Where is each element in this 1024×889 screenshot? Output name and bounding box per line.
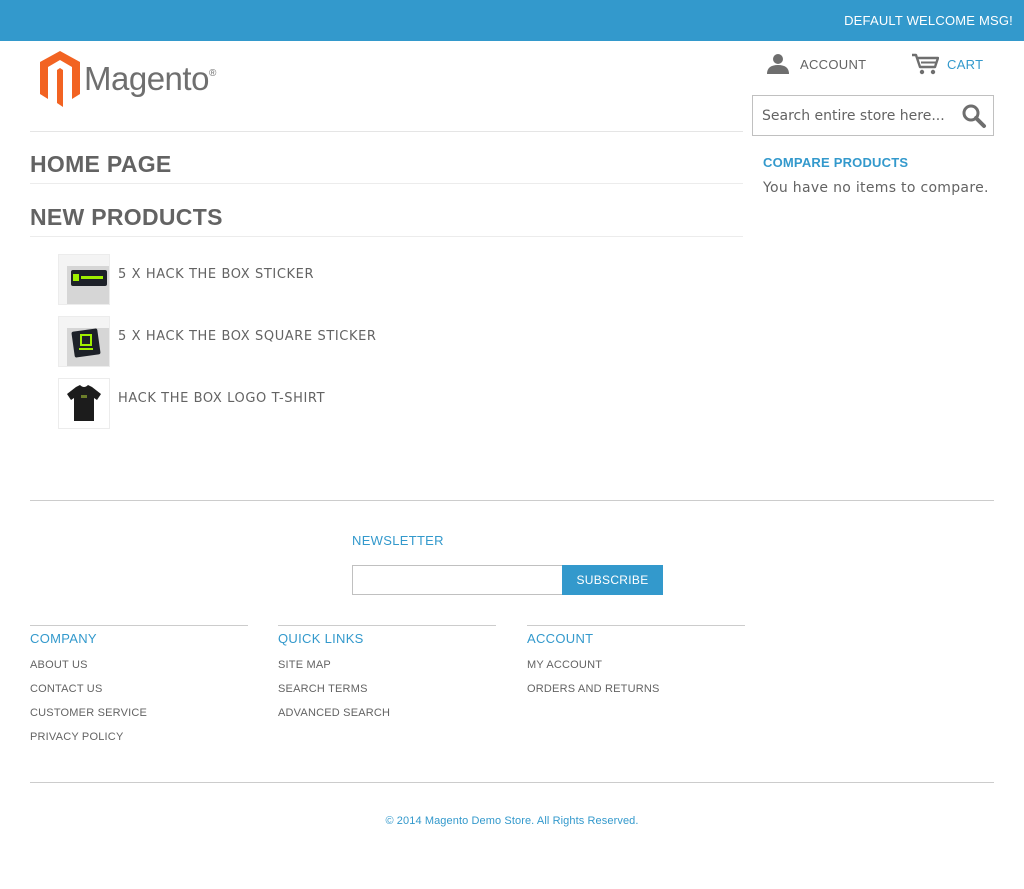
- footer-column-quick-links: QUICK LINKS SITE MAP SEARCH TERMS ADVANC…: [278, 625, 496, 730]
- footer-column-account: ACCOUNT MY ACCOUNT ORDERS AND RETURNS: [527, 625, 745, 706]
- square-sticker-image: [59, 316, 109, 366]
- title-divider: [30, 183, 743, 184]
- footer-link-list: MY ACCOUNT ORDERS AND RETURNS: [527, 658, 745, 706]
- product-thumbnail[interactable]: [58, 253, 110, 305]
- footer-column-company: COMPANY ABOUT US CONTACT US CUSTOMER SER…: [30, 625, 248, 754]
- footer-divider-top: [30, 500, 994, 501]
- footer-link-advanced-search[interactable]: ADVANCED SEARCH: [278, 707, 390, 719]
- footer-divider-bottom: [30, 782, 994, 783]
- footer-link-orders-and-returns[interactable]: ORDERS AND RETURNS: [527, 683, 660, 695]
- search-input[interactable]: [753, 96, 953, 135]
- search-button[interactable]: [961, 103, 987, 129]
- account-label: ACCOUNT: [800, 56, 867, 72]
- magento-logo-icon: [40, 51, 80, 107]
- logo-wordmark: Magento®: [84, 60, 216, 97]
- footer-link-site-map[interactable]: SITE MAP: [278, 659, 331, 671]
- footer-link-list: SITE MAP SEARCH TERMS ADVANCED SEARCH: [278, 658, 496, 730]
- subscribe-button[interactable]: SUBSCRIBE: [562, 565, 663, 595]
- search-box: [752, 95, 994, 136]
- product-name[interactable]: 5 X HACK THE BOX STICKER: [118, 267, 314, 282]
- newsletter-email-input[interactable]: [352, 565, 563, 595]
- product-thumbnail[interactable]: [58, 315, 110, 367]
- footer-link-list: ABOUT US CONTACT US CUSTOMER SERVICE PRI…: [30, 658, 248, 754]
- search-icon: [962, 104, 986, 128]
- user-icon: [767, 54, 789, 74]
- footer-column-title: QUICK LINKS: [278, 631, 364, 646]
- header-divider: [30, 131, 743, 132]
- footer-column-title: ACCOUNT: [527, 631, 594, 646]
- product-item: HACK THE BOX LOGO T-SHIRT: [58, 377, 558, 429]
- new-products-title: NEW PRODUCTS: [30, 204, 223, 230]
- product-item: 5 X HACK THE BOX SQUARE STICKER: [58, 315, 558, 367]
- newsletter-title: NEWSLETTER: [352, 533, 444, 548]
- footer-column-divider: [30, 625, 248, 626]
- magento-logo[interactable]: Magento®: [40, 51, 240, 107]
- account-link[interactable]: ACCOUNT: [766, 52, 866, 76]
- sticker-image: [59, 254, 109, 304]
- footer-link-contact-us[interactable]: CONTACT US: [30, 683, 103, 695]
- compare-empty-message: You have no items to compare.: [763, 180, 989, 196]
- product-item: 5 X HACK THE BOX STICKER: [58, 253, 558, 305]
- footer-link-customer-service[interactable]: CUSTOMER SERVICE: [30, 707, 147, 719]
- product-name[interactable]: 5 X HACK THE BOX SQUARE STICKER: [118, 329, 377, 344]
- product-thumbnail[interactable]: [58, 377, 110, 429]
- footer-column-divider: [527, 625, 745, 626]
- cart-icon: [912, 53, 939, 75]
- footer-link-about-us[interactable]: ABOUT US: [30, 659, 88, 671]
- top-bar: DEFAULT WELCOME MSG!: [0, 0, 1024, 41]
- footer-column-divider: [278, 625, 496, 626]
- page-title: HOME PAGE: [30, 151, 172, 177]
- cart-label: CART: [947, 56, 984, 72]
- section-divider: [30, 236, 743, 237]
- tshirt-image: [59, 378, 109, 428]
- product-name[interactable]: HACK THE BOX LOGO T-SHIRT: [118, 391, 325, 406]
- footer-link-privacy-policy[interactable]: PRIVACY POLICY: [30, 731, 123, 743]
- footer-column-title: COMPANY: [30, 631, 97, 646]
- compare-products-title: COMPARE PRODUCTS: [763, 155, 909, 170]
- copyright-text: © 2014 Magento Demo Store. All Rights Re…: [385, 815, 639, 827]
- cart-link[interactable]: CART: [911, 52, 983, 76]
- welcome-message: DEFAULT WELCOME MSG!: [844, 13, 1013, 28]
- footer-link-my-account[interactable]: MY ACCOUNT: [527, 659, 602, 671]
- footer-link-search-terms[interactable]: SEARCH TERMS: [278, 683, 368, 695]
